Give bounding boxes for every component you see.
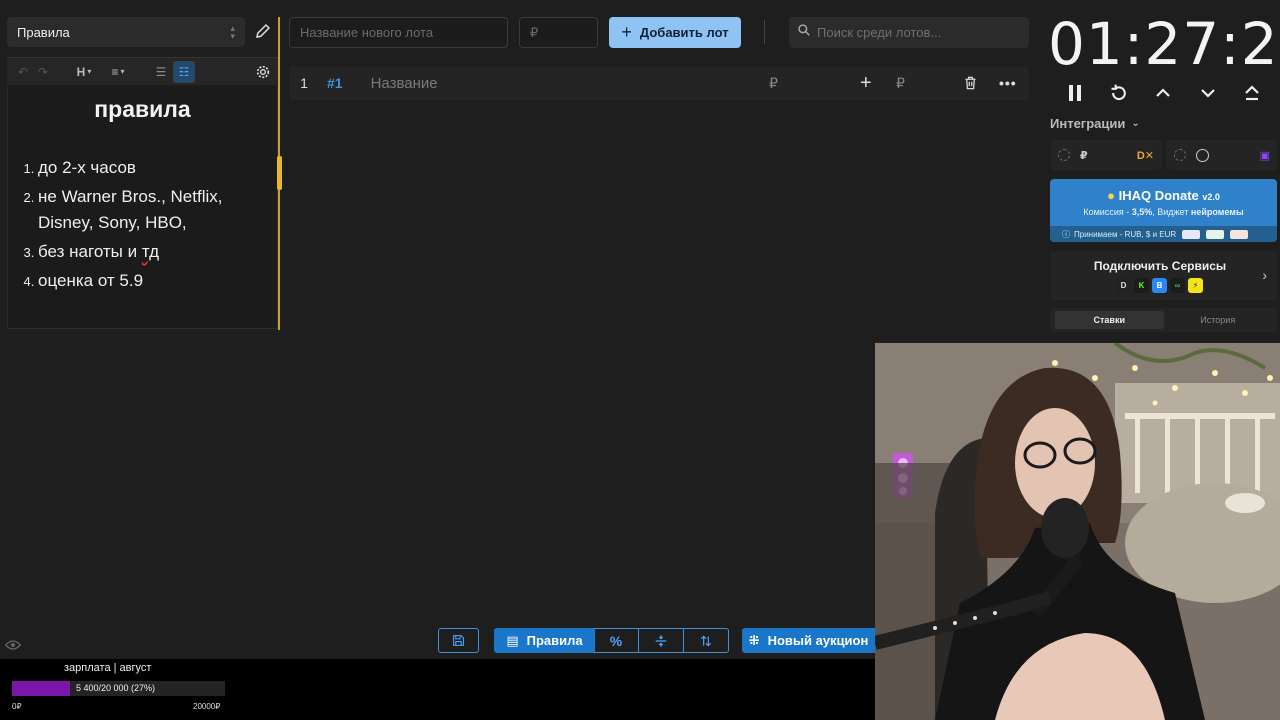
rules-toggle-button[interactable]: ▤ Правила <box>494 628 595 653</box>
salary-progress-fill <box>12 681 70 696</box>
salary-progress-text: 5 400/20 000 (27%) <box>76 683 156 693</box>
ihaq-footer: ⓘ Принимаем - RUB, $ и EUR <box>1050 226 1277 242</box>
webcam-overlay <box>875 343 1280 720</box>
tab-history[interactable]: История <box>1164 311 1273 329</box>
new-auction-icon: ⁜ <box>748 632 760 648</box>
more-dots-icon[interactable]: ••• <box>999 75 1017 91</box>
undo-icon[interactable]: ↶ <box>13 61 33 83</box>
auction-timer: 01:27:24 <box>1048 10 1280 78</box>
panel-resize-handle[interactable] <box>277 156 282 190</box>
ihaq-title: ● IHAQ Donate v2.0 <box>1107 188 1220 203</box>
ihaq-subtitle: Комиссия - 3,5%, Виджет нейромемы <box>1083 207 1244 217</box>
reset-icon[interactable] <box>1106 80 1132 106</box>
integration-donate-group[interactable]: ₽ D✕ <box>1050 140 1162 170</box>
new-auction-label: Новый аукцион <box>767 633 869 648</box>
connect-services-label: Подключить Сервисы <box>1093 259 1227 273</box>
lot-id: #1 <box>327 75 343 91</box>
trash-icon[interactable] <box>963 75 978 94</box>
lot-index: 1 <box>300 75 308 91</box>
spellcheck-word: тд <box>141 242 159 261</box>
chevron-right-icon: › <box>1262 267 1267 283</box>
eye-icon[interactable] <box>4 638 22 656</box>
mir-icon <box>1206 229 1225 239</box>
search-input[interactable] <box>817 25 1017 40</box>
dx-icon: D <box>1116 278 1131 293</box>
sort-arrows-icon <box>700 635 711 646</box>
rule-item: оценка от 5.9 <box>38 268 277 294</box>
integrations-label: Интеграции <box>1050 116 1126 131</box>
ruble-icon: ₽ <box>1080 149 1088 162</box>
lot-row[interactable]: 1 #1 Название ₽ + ₽ ••• <box>289 66 1029 100</box>
connect-services-button[interactable]: Подключить Сервисы D K B ∞ ⚡ › <box>1050 251 1277 300</box>
double-chevron-up-icon[interactable] <box>1239 80 1265 106</box>
align-dropdown-icon[interactable]: ≡ ▾ <box>105 61 131 83</box>
lot-search[interactable] <box>789 17 1029 48</box>
edit-pencil-icon[interactable] <box>254 22 274 42</box>
rules-heading: правила <box>94 96 191 122</box>
radio-icon <box>1058 149 1070 161</box>
visa-icon <box>1182 229 1201 239</box>
rules-editor[interactable]: правила до 2-х часов не Warner Bros., Ne… <box>7 86 278 329</box>
chevron-down-icon[interactable] <box>1195 80 1221 106</box>
rules-list: до 2-х часов не Warner Bros., Netflix, D… <box>8 155 277 294</box>
split-icon-button[interactable] <box>638 628 684 653</box>
bullet-list-icon[interactable]: ☰ <box>151 61 171 83</box>
plus-icon: + <box>621 22 632 42</box>
salary-goal-title: зарплата | август <box>64 662 152 674</box>
salary-max-label: 20000₽ <box>193 702 221 711</box>
rule-item: не Warner Bros., Netflix, Disney, Sony, … <box>38 184 277 236</box>
pause-icon[interactable] <box>1062 80 1088 106</box>
new-lot-name-input[interactable] <box>289 17 508 48</box>
integration-twitch-group[interactable]: ▣ <box>1166 140 1278 170</box>
rule-item: без наготы и тд <box>38 239 277 265</box>
percent-label: % <box>609 632 623 649</box>
ihaq-donate-banner[interactable]: ● IHAQ Donate v2.0 Комиссия - 3,5%, Видж… <box>1050 179 1277 242</box>
info-icon: ⓘ <box>1062 229 1070 239</box>
link-icon: ∞ <box>1170 278 1185 293</box>
rules-toggle-label: Правила <box>526 633 583 648</box>
save-icon <box>453 635 464 646</box>
new-auction-button[interactable]: ⁜ Новый аукцион <box>742 628 875 653</box>
rules-select[interactable]: Правила ▴ ▾ <box>7 17 245 47</box>
radio-icon <box>1174 149 1186 161</box>
salary-min-label: 0₽ <box>12 702 22 711</box>
rules-list-icon: ▤ <box>506 632 519 648</box>
select-caret-icon: ▴ ▾ <box>230 23 235 41</box>
tab-bids[interactable]: Ставки <box>1055 311 1164 329</box>
donationalerts-icon: D✕ <box>1136 149 1154 162</box>
rule-item: до 2-х часов <box>38 155 277 181</box>
rules-select-value: Правила <box>17 24 70 40</box>
flag-icon: ● <box>1107 188 1115 203</box>
lot-bid-currency: ₽ <box>896 74 905 91</box>
add-lot-label: Добавить лот <box>639 25 729 40</box>
lot-currency: ₽ <box>769 74 778 91</box>
settings-gear-icon[interactable] <box>252 61 274 83</box>
percent-button[interactable]: % <box>594 628 639 653</box>
redo-icon[interactable]: ↷ <box>33 61 53 83</box>
vk-icon: B <box>1152 278 1167 293</box>
search-icon <box>797 23 811 42</box>
mastercard-icon <box>1230 229 1249 239</box>
lot-name[interactable]: Название <box>371 75 438 92</box>
service-icons: D K B ∞ ⚡ <box>1116 278 1203 293</box>
sort-button[interactable] <box>683 628 729 653</box>
chevron-down-icon: ⌄ <box>1131 118 1140 129</box>
twitch-icon: ▣ <box>1259 149 1270 162</box>
add-lot-button[interactable]: + Добавить лот <box>609 17 741 48</box>
integrations-toggle[interactable]: Интеграции ⌄ <box>1050 116 1140 131</box>
numbered-list-icon[interactable]: ☷ <box>173 60 195 83</box>
new-lot-price-input[interactable] <box>519 17 598 48</box>
heading-dropdown[interactable]: H ▾ <box>71 61 97 83</box>
split-icon <box>655 634 666 647</box>
clock-icon <box>1196 148 1209 162</box>
lot-add-bid-icon[interactable]: + <box>860 72 872 95</box>
boosty-icon: ⚡ <box>1188 278 1203 293</box>
bids-tabs: Ставки История <box>1050 308 1277 332</box>
chevron-up-icon[interactable] <box>1150 80 1176 106</box>
save-button[interactable] <box>438 628 479 653</box>
kick-icon: K <box>1134 278 1149 293</box>
toolbar-separator <box>764 20 765 44</box>
editor-toolbar: ↶ ↷ H ▾ ≡ ▾ ☰ ☷ <box>7 57 278 85</box>
